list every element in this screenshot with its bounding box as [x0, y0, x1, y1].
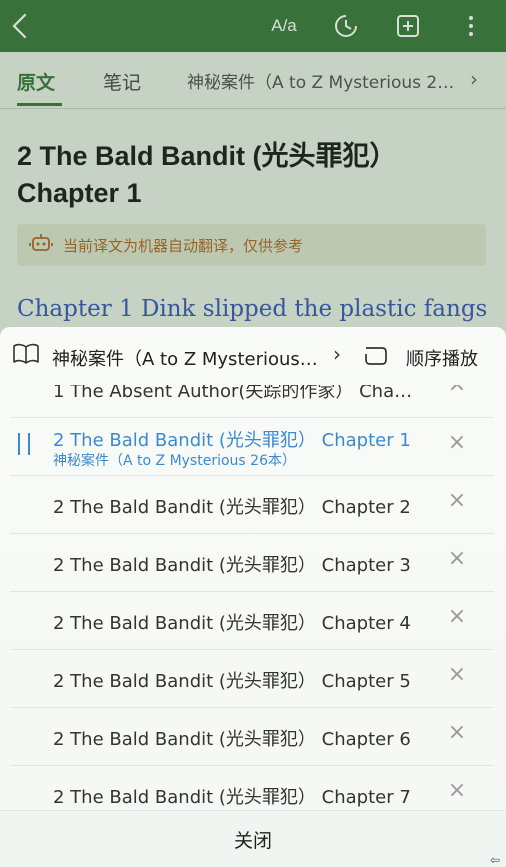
item-label: 2 The Bald Bandit (光头罪犯） Chapter 6 [53, 729, 411, 750]
close-icon[interactable]: × [446, 664, 468, 686]
list-item[interactable]: 2 The Bald Bandit (光头罪犯） Chapter 6 × [0, 708, 506, 766]
item-label: 2 The Bald Bandit (光头罪犯） Chapter 1 [53, 430, 411, 451]
playlist: 1 The Absent Author(失踪的作家） Chapter 10 × … [0, 385, 506, 810]
close-icon[interactable]: × [446, 385, 468, 396]
close-icon[interactable]: × [446, 490, 468, 512]
playlist-header: 神秘案件（A to Z Mysterious 26本） › 顺序播放 [0, 327, 506, 385]
item-label: 2 The Bald Bandit (光头罪犯） Chapter 7 [53, 787, 411, 808]
list-item[interactable]: 2 The Bald Bandit (光头罪犯） Chapter 4 × [0, 592, 506, 650]
list-item[interactable]: 2 The Bald Bandit (光头罪犯） Chapter 5 × [0, 650, 506, 708]
list-item[interactable]: 2 The Bald Bandit (光头罪犯） Chapter 7 × [0, 766, 506, 810]
sequential-play-icon[interactable] [364, 345, 388, 371]
close-icon[interactable]: × [446, 548, 468, 570]
close-icon[interactable]: × [446, 432, 468, 454]
item-label: 1 The Absent Author(失踪的作家） Chapter 10 [53, 385, 423, 402]
play-mode-label[interactable]: 顺序播放 [406, 345, 478, 371]
close-icon[interactable]: × [446, 606, 468, 628]
item-label: 2 The Bald Bandit (光头罪犯） Chapter 2 [53, 497, 411, 518]
chevron-right-icon[interactable]: › [333, 342, 341, 366]
close-icon[interactable]: × [446, 722, 468, 744]
list-item-current[interactable]: 2 The Bald Bandit (光头罪犯） Chapter 1 神秘案件（… [0, 418, 506, 476]
playlist-footer: 关闭 [0, 810, 506, 867]
playlist-sheet: 神秘案件（A to Z Mysterious 26本） › 顺序播放 1 The… [0, 327, 506, 867]
close-button[interactable]: 关闭 [0, 811, 506, 867]
playlist-book-title[interactable]: 神秘案件（A to Z Mysterious 26本） [52, 345, 320, 371]
item-sub-label: 神秘案件（A to Z Mysterious 26本） [53, 453, 296, 469]
book-open-icon[interactable] [12, 343, 40, 369]
playing-bars-icon [18, 433, 32, 455]
list-item[interactable]: 2 The Bald Bandit (光头罪犯） Chapter 3 × [0, 534, 506, 592]
item-label: 2 The Bald Bandit (光头罪犯） Chapter 5 [53, 671, 411, 692]
list-item[interactable]: 1 The Absent Author(失踪的作家） Chapter 10 × [0, 385, 506, 418]
back-arrow-icon: ⇦ [490, 853, 501, 867]
close-icon[interactable]: × [446, 780, 468, 802]
item-label: 2 The Bald Bandit (光头罪犯） Chapter 4 [53, 613, 411, 634]
list-item[interactable]: 2 The Bald Bandit (光头罪犯） Chapter 2 × [0, 476, 506, 534]
item-label: 2 The Bald Bandit (光头罪犯） Chapter 3 [53, 555, 411, 576]
